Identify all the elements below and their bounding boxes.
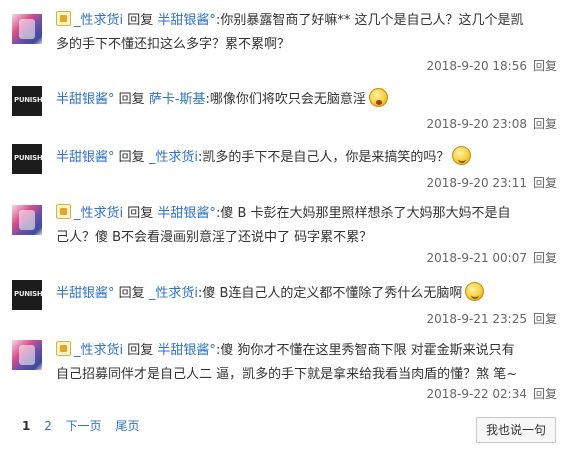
reply-word: 回复 [118, 286, 145, 301]
reply-content: 半甜银酱° 回复 萨卡-斯基:哪像你们将吹只会无脑意淫 [56, 88, 556, 112]
user-avatar[interactable] [12, 14, 42, 44]
page-current: 1 [22, 419, 31, 433]
user-avatar[interactable]: PUNISHER [12, 86, 42, 116]
vip-badge-icon [56, 204, 71, 219]
reply-word: 回复 [127, 206, 154, 221]
reply-time: 2018-9-21 00:07 [426, 251, 527, 265]
author-link[interactable]: 半甜银酱° [56, 92, 115, 107]
reply-meta: 2018-9-21 23:25 回复 [426, 311, 557, 327]
author-link[interactable]: 半甜银酱° [56, 286, 115, 301]
reply-item: PUNISHER 半甜银酱° 回复 萨卡-斯基:哪像你们将吹只会无脑意淫 201… [0, 78, 569, 136]
pagination: 1 2 下一页 尾页 [22, 418, 150, 434]
reply-button[interactable]: 回复 [533, 387, 557, 401]
reply-text: 己人？傻 B不会看漫画别意淫了还说中了 码字累不累？ [56, 230, 373, 245]
reply-item: _性求货i 回复 半甜银酱°:你别暴露智商了好嘛** 这几个是自己人？这几个是凯… [0, 0, 569, 78]
reply-time: 2018-9-21 23:25 [426, 312, 527, 326]
reply-item: _性求货i 回复 半甜银酱°:傻 狗你才不懂在这里秀智商下限 对霍金斯来说只有 … [0, 330, 569, 406]
target-user-link[interactable]: 半甜银酱° [157, 206, 216, 221]
smile-face-emoji-icon [465, 282, 485, 301]
reply-button[interactable]: 回复 [533, 176, 557, 190]
avatar-logo-text: PUNISHER [14, 290, 42, 298]
reply-content: 半甜银酱° 回复 _性求货i:凯多的手下不是自己人，你是来搞笑的吗？ [56, 146, 556, 170]
reply-item: _性求货i 回复 半甜银酱°:傻 B 卡彭在大妈那里照样想杀了大妈那大妈不是自 … [0, 193, 569, 271]
target-user-link[interactable]: 半甜银酱° [157, 343, 216, 358]
user-avatar[interactable]: PUNISHER [12, 280, 42, 310]
vip-badge-icon [56, 11, 71, 26]
reply-time: 2018-9-20 18:56 [426, 59, 527, 73]
reply-item: PUNISHER 半甜银酱° 回复 _性求货i:傻 B连自己人的定义都不懂除了秀… [0, 271, 569, 330]
avatar-logo-text: PUNISHER [14, 154, 42, 162]
reply-meta: 2018-9-20 18:56 回复 [426, 58, 557, 74]
add-reply-button[interactable]: 我也说一句 [476, 417, 556, 443]
reply-text: :傻 B 卡彭在大妈那里照样想杀了大妈那大妈不是自 [215, 206, 511, 221]
reply-word: 回复 [118, 92, 145, 107]
reply-text: :傻 B连自己人的定义都不懂除了秀什么无脑啊 [197, 286, 463, 301]
author-link[interactable]: _性求货i [74, 206, 123, 221]
reply-text: 自己招募同伴才是自己人二 逼，凯多的手下就是拿来给我看当肉盾的懂？煞 笔~ [56, 367, 518, 382]
reply-content: _性求货i 回复 半甜银酱°:傻 狗你才不懂在这里秀智商下限 对霍金斯来说只有 … [56, 339, 556, 387]
reply-word: 回复 [127, 343, 154, 358]
avatar-logo-text: PUNISHER [14, 96, 42, 104]
reply-item: PUNISHER 半甜银酱° 回复 _性求货i:凯多的手下不是自己人，你是来搞笑… [0, 136, 569, 193]
user-avatar[interactable]: PUNISHER [12, 144, 42, 174]
last-page-link[interactable]: 尾页 [116, 419, 140, 433]
reply-content: 半甜银酱° 回复 _性求货i:傻 B连自己人的定义都不懂除了秀什么无脑啊 [56, 282, 556, 306]
page-link-2[interactable]: 2 [44, 419, 52, 433]
reply-button[interactable]: 回复 [533, 312, 557, 326]
vip-badge-icon [56, 341, 71, 356]
reply-content: _性求货i 回复 半甜银酱°:你别暴露智商了好嘛** 这几个是自己人？这几个是凯… [56, 9, 556, 57]
target-user-link[interactable]: 萨卡-斯基 [149, 92, 206, 107]
reply-meta: 2018-9-21 00:07 回复 [426, 250, 557, 266]
reply-text: :你别暴露智商了好嘛** 这几个是自己人？这几个是凯 [215, 13, 524, 28]
reply-text: :凯多的手下不是自己人，你是来搞笑的吗？ [197, 150, 450, 165]
reply-button[interactable]: 回复 [533, 251, 557, 265]
reply-word: 回复 [118, 150, 145, 165]
reply-meta: 2018-9-20 23:08 回复 [426, 116, 557, 132]
target-user-link[interactable]: _性求货i [149, 150, 198, 165]
reply-text: 多的手下不懂还扣这么多字？累不累啊？ [56, 37, 291, 52]
reply-text: :哪像你们将吹只会无脑意淫 [205, 92, 366, 107]
reply-content: _性求货i 回复 半甜银酱°:傻 B 卡彭在大妈那里照样想杀了大妈那大妈不是自 … [56, 202, 556, 250]
lzl-reply-list: _性求货i 回复 半甜银酱°:你别暴露智商了好嘛** 这几个是自己人？这几个是凯… [0, 0, 569, 450]
author-link[interactable]: 半甜银酱° [56, 150, 115, 165]
reply-meta: 2018-9-20 23:11 回复 [426, 175, 557, 191]
reply-time: 2018-9-20 23:11 [426, 176, 527, 190]
shocked-face-emoji-icon [368, 88, 388, 107]
reply-time: 2018-9-20 23:08 [426, 117, 527, 131]
author-link[interactable]: _性求货i [74, 343, 123, 358]
reply-button[interactable]: 回复 [533, 59, 557, 73]
user-avatar[interactable] [12, 340, 42, 370]
target-user-link[interactable]: _性求货i [149, 286, 198, 301]
reply-meta: 2018-9-22 02:34 回复 [426, 386, 557, 402]
user-avatar[interactable] [12, 205, 42, 235]
reply-text: :傻 狗你才不懂在这里秀智商下限 对霍金斯来说只有 [215, 343, 515, 358]
target-user-link[interactable]: 半甜银酱° [157, 13, 216, 28]
next-page-link[interactable]: 下一页 [66, 419, 102, 433]
reply-word: 回复 [127, 13, 154, 28]
reply-time: 2018-9-22 02:34 [426, 387, 527, 401]
smile-face-emoji-icon [452, 146, 472, 165]
reply-button[interactable]: 回复 [533, 117, 557, 131]
author-link[interactable]: _性求货i [74, 13, 123, 28]
